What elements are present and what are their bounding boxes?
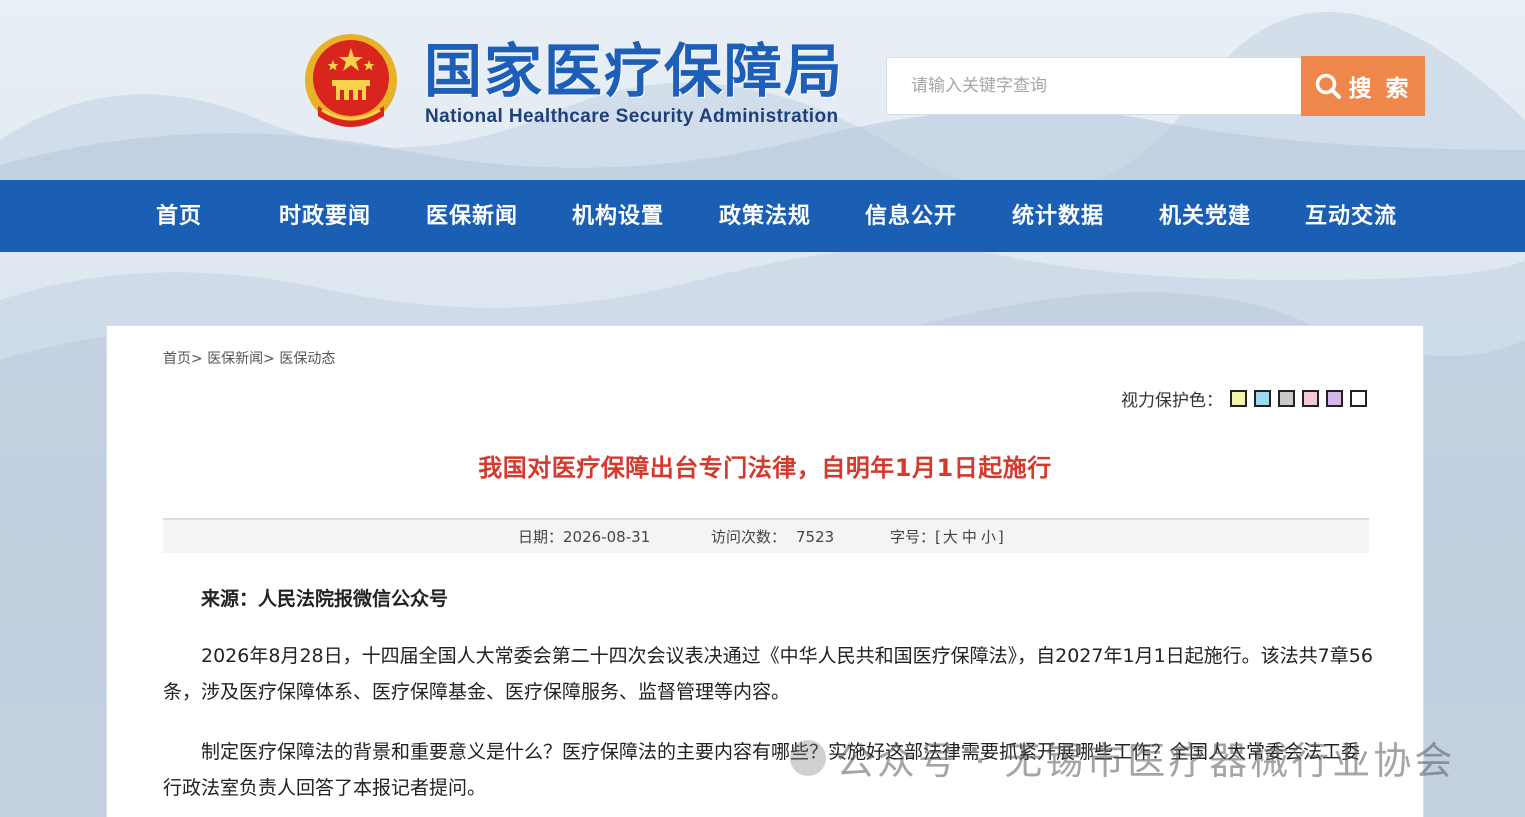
site-subtitle: National Healthcare Security Administrat… — [425, 106, 839, 127]
font-size-medium[interactable]: 中 — [960, 528, 979, 546]
date-value: 2026-08-31 — [563, 528, 651, 546]
font-size-large[interactable]: 大 — [941, 528, 960, 546]
eye-care-label: 视力保护色： — [1121, 391, 1223, 411]
nav-item-home[interactable]: 首页 — [156, 180, 202, 252]
visits-value: 7523 — [796, 528, 835, 546]
site-header: 国家医疗保障局 National Healthcare Security Adm… — [0, 0, 1525, 180]
nav-item-party[interactable]: 机关党建 — [1159, 180, 1251, 252]
article-meta: 日期：2026-08-31 访问次数： 7523 字号：[大中小] — [163, 518, 1369, 553]
nav-item-news[interactable]: 医保新闻 — [426, 180, 518, 252]
search-button[interactable]: 搜 索 — [1301, 56, 1425, 116]
nav-item-disclosure[interactable]: 信息公开 — [865, 180, 957, 252]
main-nav: 首页 时政要闻 医保新闻 机构设置 政策法规 信息公开 统计数据 机关党建 互动… — [0, 180, 1525, 252]
wechat-watermark: 公众号 · 无锡市医疗器械行业协会 — [790, 730, 1455, 785]
nav-item-statistics[interactable]: 统计数据 — [1012, 180, 1104, 252]
breadcrumb-home[interactable]: 首页> — [163, 351, 203, 367]
date-label: 日期： — [518, 528, 564, 546]
watermark-text: 公众号 · 无锡市医疗器械行业协会 — [836, 739, 1456, 783]
search-button-label: 搜 索 — [1348, 76, 1412, 102]
search-icon — [1316, 73, 1342, 99]
article-title: 我国对医疗保障出台专门法律，自明年1月1日起施行 — [478, 454, 1052, 482]
search-input[interactable] — [887, 58, 1301, 114]
nav-item-policy[interactable]: 政策法规 — [719, 180, 811, 252]
color-swatch-yellow[interactable] — [1230, 390, 1247, 407]
article-source: 来源：人民法院报微信公众号 — [201, 588, 449, 610]
breadcrumb-dynamics[interactable]: 医保动态 — [279, 351, 335, 367]
site-title: 国家医疗保障局 — [424, 37, 845, 105]
nav-item-interaction[interactable]: 互动交流 — [1305, 180, 1397, 252]
search-field[interactable] — [886, 57, 1302, 115]
font-bracket-open: [ — [935, 528, 941, 546]
font-bracket-close: ] — [997, 528, 1004, 546]
national-emblem-icon — [305, 34, 397, 127]
visits-label: 访问次数： — [711, 528, 787, 546]
eye-care-colors: 视力保护色： — [1121, 386, 1367, 411]
wechat-icon — [790, 739, 826, 776]
color-swatch-gray[interactable] — [1278, 390, 1295, 407]
color-swatch-pink[interactable] — [1302, 390, 1319, 407]
color-swatch-white[interactable] — [1350, 390, 1367, 407]
nav-item-organization[interactable]: 机构设置 — [572, 180, 664, 252]
color-swatch-purple[interactable] — [1326, 390, 1343, 407]
nav-item-politics[interactable]: 时政要闻 — [279, 180, 371, 252]
breadcrumb-news[interactable]: 医保新闻> — [207, 351, 275, 367]
color-swatch-blue[interactable] — [1254, 390, 1271, 407]
breadcrumb: 首页> 医保新闻> 医保动态 — [163, 348, 335, 368]
font-size-small[interactable]: 小 — [979, 528, 998, 546]
article-paragraph-1: 2026年8月28日，十四届全国人大常委会第二十四次会议表决通过《中华人民共和国… — [163, 645, 1373, 703]
font-size-label: 字号： — [890, 528, 936, 546]
